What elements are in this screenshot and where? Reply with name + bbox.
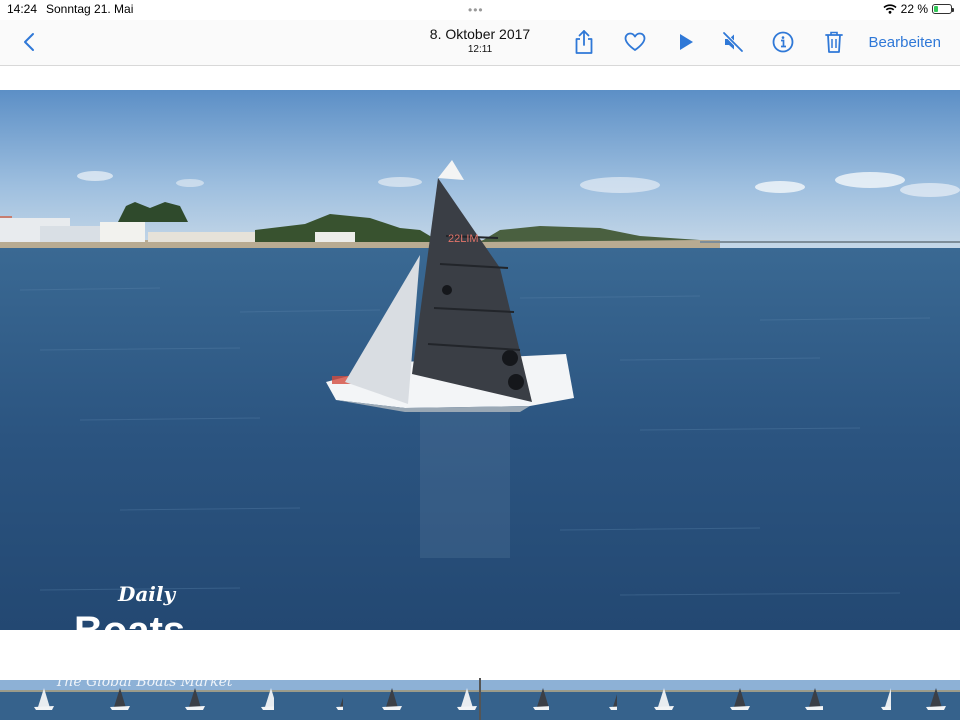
edit-button[interactable]: Bearbeiten [868, 34, 941, 51]
watermark-logo: Daily Boats [74, 582, 185, 630]
watermark-boats-clip: Boats [74, 611, 254, 630]
favorite-button[interactable] [618, 26, 652, 58]
mute-button[interactable] [716, 26, 750, 58]
status-date: Sonntag 21. Mai [46, 2, 134, 16]
delete-button[interactable] [817, 26, 851, 58]
filmstrip-scrubber[interactable] [479, 678, 481, 720]
play-icon [680, 34, 693, 50]
status-bar: 14:24 Sonntag 21. Mai ••• 22 % [0, 0, 960, 20]
info-button[interactable] [766, 26, 800, 58]
heart-icon [624, 32, 646, 51]
filmstrip-thumbnail[interactable] [548, 680, 629, 720]
watermark-boats: Boats [74, 611, 254, 630]
filmstrip-thumbnail[interactable] [754, 680, 826, 720]
photo-date-title: 8. Oktober 2017 12:11 [380, 26, 580, 55]
photo-date: 8. Oktober 2017 [429, 26, 531, 42]
photo-time: 12:11 [467, 44, 493, 55]
filmstrip-thumbnail[interactable] [685, 680, 756, 720]
filmstrip-thumbnail[interactable] [822, 680, 901, 720]
photo-toolbar: 8. Oktober 2017 12:11 Bearbeiten [0, 20, 960, 66]
filmstrip-thumbnail[interactable] [480, 680, 553, 720]
wifi-icon [883, 4, 897, 14]
filmstrip-thumbnail[interactable] [274, 680, 357, 720]
filmstrip-thumbnail[interactable] [891, 680, 960, 720]
multitask-grabber[interactable]: ••• [468, 3, 484, 17]
status-time: 14:24 [7, 2, 38, 16]
share-icon [575, 30, 593, 54]
status-right: 22 % [883, 2, 954, 16]
sailboat-photo: 22LIM [0, 90, 960, 630]
watermark-daily: Daily [118, 582, 176, 606]
chevron-left-icon [24, 33, 34, 51]
photo-view[interactable]: 22LIM [0, 90, 960, 630]
battery-icon [932, 4, 954, 14]
battery-percent: 22 % [900, 2, 928, 16]
back-button[interactable] [12, 26, 46, 58]
filmstrip-thumbnail[interactable] [617, 680, 688, 720]
play-button[interactable] [669, 26, 703, 58]
mute-icon [722, 31, 744, 53]
svg-text:22LIM: 22LIM [448, 233, 479, 245]
trash-icon [825, 31, 843, 53]
filmstrip-thumbnail[interactable] [411, 680, 482, 720]
filmstrip-watermark-text: The Global Boats Market [55, 674, 233, 690]
filmstrip-thumbnail[interactable] [342, 680, 413, 720]
share-button[interactable] [567, 26, 601, 58]
info-icon [772, 31, 794, 53]
